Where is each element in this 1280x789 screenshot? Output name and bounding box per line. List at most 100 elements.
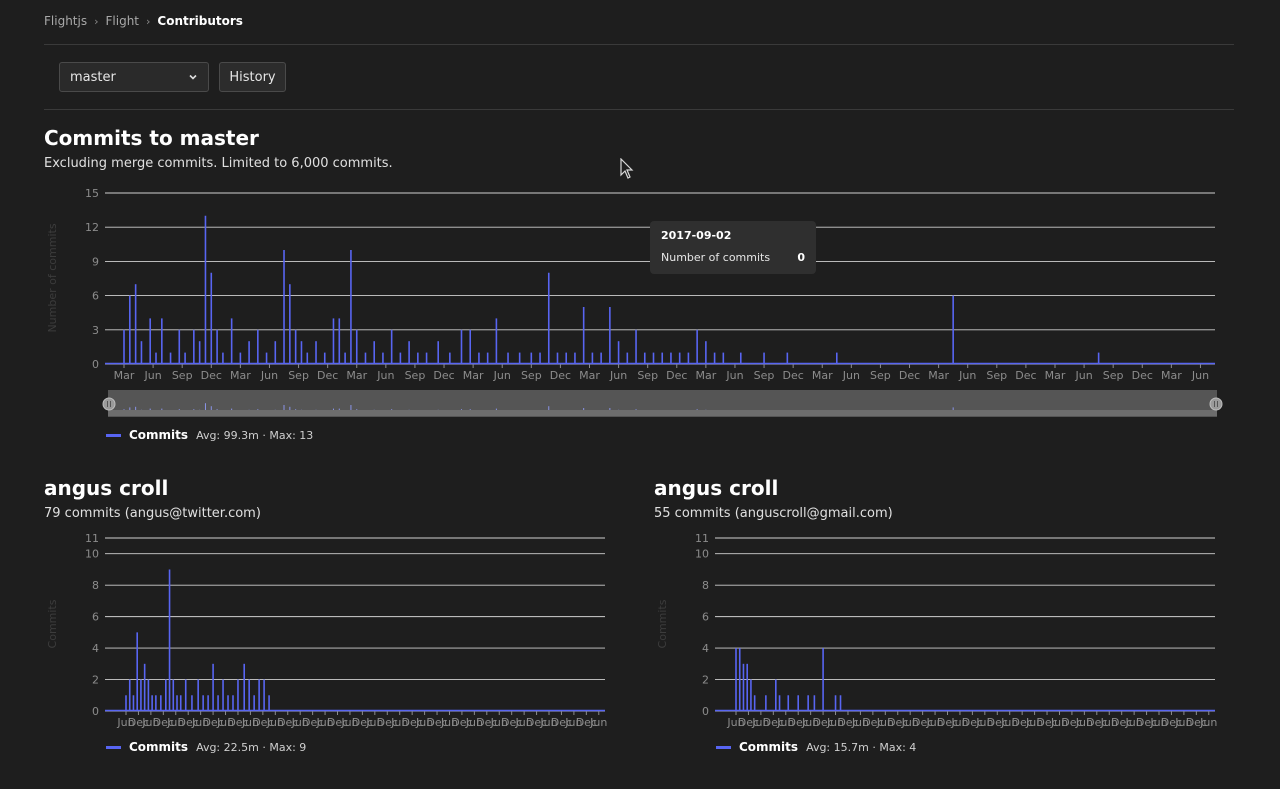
range-handle-right[interactable] [1209, 397, 1223, 411]
y-axis-label: Commits [46, 599, 59, 648]
contributor-chart-legend[interactable]: Commits Avg: 22.5m · Max: 9 [106, 740, 306, 754]
x-tick-label: Dec [782, 369, 803, 382]
y-tick-label: 8 [702, 579, 709, 592]
y-tick-label: 11 [85, 532, 99, 545]
x-tick-label: Mar [230, 369, 251, 382]
x-tick-label: Dec [550, 369, 571, 382]
y-tick-label: 3 [92, 324, 99, 337]
legend-swatch [106, 433, 121, 437]
chart-tooltip: 2017-09-02 Number of commits 0 [650, 221, 816, 274]
y-tick-label: 9 [92, 255, 99, 268]
legend-stats: Avg: 22.5m · Max: 9 [196, 740, 307, 754]
x-tick-label: Dec [666, 369, 687, 382]
x-tick-label: Sep [1103, 369, 1124, 382]
y-tick-label: 0 [92, 358, 99, 371]
x-tick-label: Mar [812, 369, 833, 382]
y-tick-label: 2 [702, 674, 709, 687]
history-button[interactable]: History [219, 62, 286, 92]
breadcrumb: Flightjs › Flight › Contributors [44, 14, 243, 28]
branch-select-value: master [70, 69, 116, 85]
y-tick-label: 2 [92, 674, 99, 687]
tooltip-label: Number of commits [661, 251, 771, 264]
x-tick-label: Jun [143, 369, 161, 382]
y-tick-label: 11 [695, 532, 709, 545]
breadcrumb-repo[interactable]: Flight [106, 14, 140, 28]
contributor-name[interactable]: angus croll [654, 476, 778, 500]
y-tick-label: 6 [702, 611, 709, 624]
range-slider-baseline [108, 410, 1217, 416]
x-tick-label: Dec [317, 369, 338, 382]
breadcrumb-separator-icon: › [94, 14, 99, 28]
contributor-summary: 79 commits (angus@twitter.com) [44, 506, 261, 521]
x-tick-label: Jun [260, 369, 278, 382]
y-tick-label: 4 [92, 642, 99, 655]
legend-stats: Avg: 99.3m · Max: 13 [196, 428, 314, 442]
contributor-commits-chart[interactable]: Commits 024681011JunDecJunDecJunDecJunDe… [610, 530, 1250, 735]
x-tick-label: Sep [637, 369, 658, 382]
x-tick-label: Jun [725, 369, 743, 382]
contributor-chart-legend[interactable]: Commits Avg: 15.7m · Max: 4 [716, 740, 916, 754]
x-tick-label: Jun [1074, 369, 1092, 382]
mouse-cursor-icon [620, 158, 634, 179]
legend-swatch [716, 745, 731, 749]
x-tick-label: Jun [493, 369, 511, 382]
x-tick-label: Dec [433, 369, 454, 382]
range-handle-left[interactable] [102, 397, 116, 411]
y-axis-label: Number of commits [46, 223, 59, 332]
breadcrumb-separator-icon: › [146, 14, 151, 28]
x-tick-label: Jun [589, 716, 607, 729]
x-tick-label: Jun [842, 369, 860, 382]
x-tick-label: Mar [1161, 369, 1182, 382]
x-tick-label: Sep [754, 369, 775, 382]
x-tick-label: Jun [376, 369, 394, 382]
x-tick-label: Sep [521, 369, 542, 382]
main-chart-subtitle: Excluding merge commits. Limited to 6,00… [44, 156, 393, 171]
x-tick-label: Sep [870, 369, 891, 382]
main-commits-chart[interactable]: Number of commits 0 3 6 9 12 15 Mar Jun Sep Dec M… [0, 180, 1280, 420]
y-tick-label: 12 [85, 221, 99, 234]
x-tick-label: Mar [928, 369, 949, 382]
breadcrumb-current: Contributors [157, 14, 243, 28]
x-tick-label: Sep [986, 369, 1007, 382]
tooltip-value: 0 [797, 251, 805, 264]
y-tick-label: 10 [695, 548, 709, 561]
contributor-summary: 55 commits (anguscroll@gmail.com) [654, 506, 893, 521]
y-tick-label: 0 [702, 705, 709, 718]
x-tick-label: Jun [958, 369, 976, 382]
chevron-down-icon [189, 74, 197, 80]
y-tick-label: 15 [85, 187, 99, 200]
y-axis-label: Commits [656, 599, 669, 648]
range-slider[interactable] [102, 390, 1280, 417]
x-tick-label: Jun [609, 369, 627, 382]
legend-series-name: Commits [129, 428, 189, 442]
branch-select[interactable]: master [59, 62, 209, 92]
y-tick-label: 6 [92, 290, 99, 303]
legend-series-name: Commits [739, 740, 799, 754]
x-tick-label: Sep [405, 369, 426, 382]
legend-series-name: Commits [129, 740, 189, 754]
x-tick-label: Sep [172, 369, 193, 382]
x-tick-label: Mar [579, 369, 600, 382]
x-tick-label: Dec [201, 369, 222, 382]
contributor-name[interactable]: angus croll [44, 476, 168, 500]
x-tick-label: Mar [1045, 369, 1066, 382]
toolbar-divider [44, 109, 1234, 110]
x-tick-label: Sep [288, 369, 309, 382]
tooltip-date: 2017-09-02 [661, 229, 732, 242]
x-tick-label: Mar [463, 369, 484, 382]
main-chart-legend[interactable]: Commits Avg: 99.3m · Max: 13 [106, 428, 313, 442]
x-tick-label: Dec [1132, 369, 1153, 382]
contributor-commits-chart[interactable]: Commits 024681011JunDecJunDecJunDecJunDe… [0, 530, 640, 735]
x-tick-label: Jun [1199, 716, 1217, 729]
x-tick-label: Dec [899, 369, 920, 382]
x-tick-label: Jun [1191, 369, 1209, 382]
x-tick-label: Dec [1015, 369, 1036, 382]
y-tick-label: 8 [92, 579, 99, 592]
main-chart-title: Commits to master [44, 126, 259, 150]
breadcrumb-org[interactable]: Flightjs [44, 14, 87, 28]
top-divider [44, 44, 1234, 45]
y-tick-label: 10 [85, 548, 99, 561]
x-tick-label: Mar [114, 369, 135, 382]
y-tick-label: 6 [92, 611, 99, 624]
legend-swatch [106, 745, 121, 749]
